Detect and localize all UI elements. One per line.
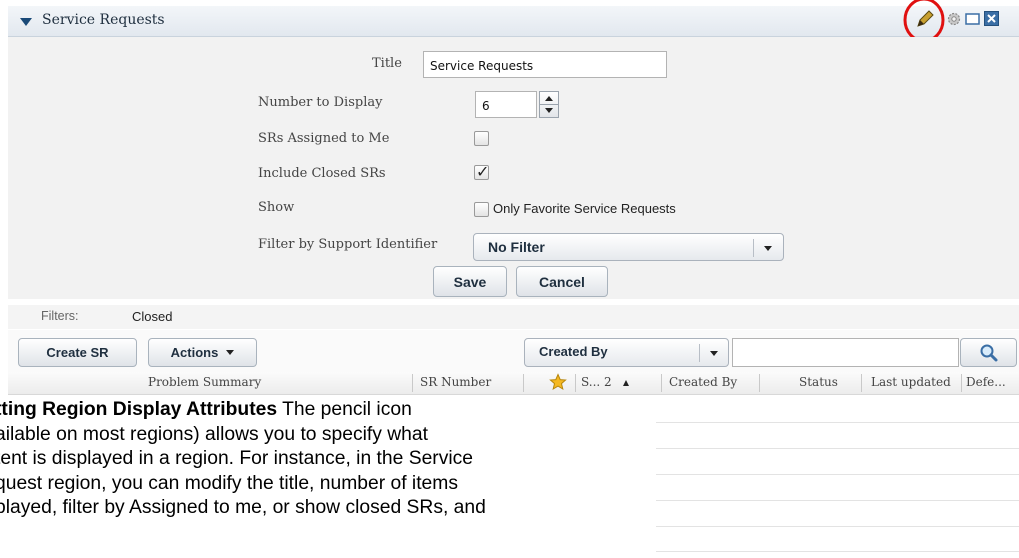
col-last-updated[interactable]: Last updated (871, 375, 951, 389)
caption-line-2: ailable on most regions) allows you to s… (0, 423, 428, 445)
table-row (656, 474, 1019, 475)
caption-line-5: played, filter by Assigned to me, or sho… (0, 497, 486, 518)
include-closed-label: Include Closed SRs (258, 166, 386, 181)
view-by-value: Created By (539, 344, 608, 359)
col-sr-number[interactable]: SR Number (420, 375, 491, 389)
col-problem-summary[interactable]: Problem Summary (148, 375, 261, 389)
favorite-only-checkbox[interactable] (474, 202, 489, 217)
col-status[interactable]: Status (799, 375, 838, 389)
srs-assigned-label: SRs Assigned to Me (258, 131, 390, 146)
filter-by-support-select[interactable]: No Filter (473, 233, 784, 261)
table-row (656, 422, 1019, 423)
number-to-display-label: Number to Display (258, 95, 383, 110)
actions-menu-button[interactable]: Actions (148, 338, 257, 367)
filters-label: Filters: (41, 309, 79, 323)
title-input[interactable]: Service Requests (423, 51, 667, 78)
caption-line-3: tent is displayed in a region. For insta… (0, 448, 474, 469)
caption-line-1: The pencil icon (277, 399, 412, 420)
search-button[interactable] (960, 338, 1017, 367)
stepper-up-icon[interactable] (545, 96, 553, 101)
include-closed-checkbox[interactable]: ✓ (474, 162, 490, 181)
table-header: Problem Summary SR Number S... 2 Created… (8, 372, 1019, 395)
col-created-by[interactable]: Created By (669, 375, 737, 389)
collapse-triangle-icon[interactable] (20, 18, 32, 26)
close-icon[interactable] (984, 11, 999, 26)
view-by-select[interactable]: Created By (524, 338, 729, 367)
filters-value: Closed (132, 309, 173, 324)
table-row (656, 526, 1019, 527)
filters-bar: Filters: Closed (8, 305, 1019, 329)
region-header: Service Requests (8, 6, 1019, 37)
search-icon (980, 344, 997, 361)
star-icon[interactable] (549, 373, 567, 391)
srs-assigned-checkbox[interactable] (474, 131, 489, 146)
save-button[interactable]: Save (433, 266, 507, 297)
chevron-down-icon (710, 351, 718, 356)
maximize-icon[interactable] (965, 12, 980, 26)
create-sr-button[interactable]: Create SR (18, 338, 137, 367)
search-input[interactable] (732, 338, 959, 367)
chevron-down-icon (764, 246, 772, 251)
filter-by-support-label: Filter by Support Identifier (258, 237, 438, 252)
col-default[interactable]: Defe... (966, 375, 1006, 389)
table-row (656, 551, 1019, 552)
checkmark-icon: ✓ (476, 162, 490, 181)
actions-label: Actions (170, 345, 219, 360)
sort-ascending-icon (623, 380, 629, 386)
table-row (656, 500, 1019, 501)
favorite-only-label: Only Favorite Service Requests (493, 201, 676, 216)
caption-line-4: quest region, you can modify the title, … (0, 472, 458, 494)
number-to-display-input[interactable]: 6 (475, 91, 537, 118)
col-sort[interactable]: S... 2 (581, 375, 612, 389)
caption-heading: tting Region Display Attributes (0, 399, 278, 420)
filter-by-support-value: No Filter (488, 239, 545, 255)
show-label: Show (258, 200, 295, 215)
cancel-button[interactable]: Cancel (516, 266, 608, 297)
title-label: Title (372, 56, 402, 71)
region-title: Service Requests (42, 12, 165, 28)
stepper-down-icon[interactable] (545, 108, 553, 113)
chevron-down-icon (226, 350, 235, 355)
table-row (656, 448, 1019, 449)
caption-text: tting Region Display Attributes The penc… (0, 398, 655, 521)
number-stepper[interactable] (539, 91, 559, 118)
